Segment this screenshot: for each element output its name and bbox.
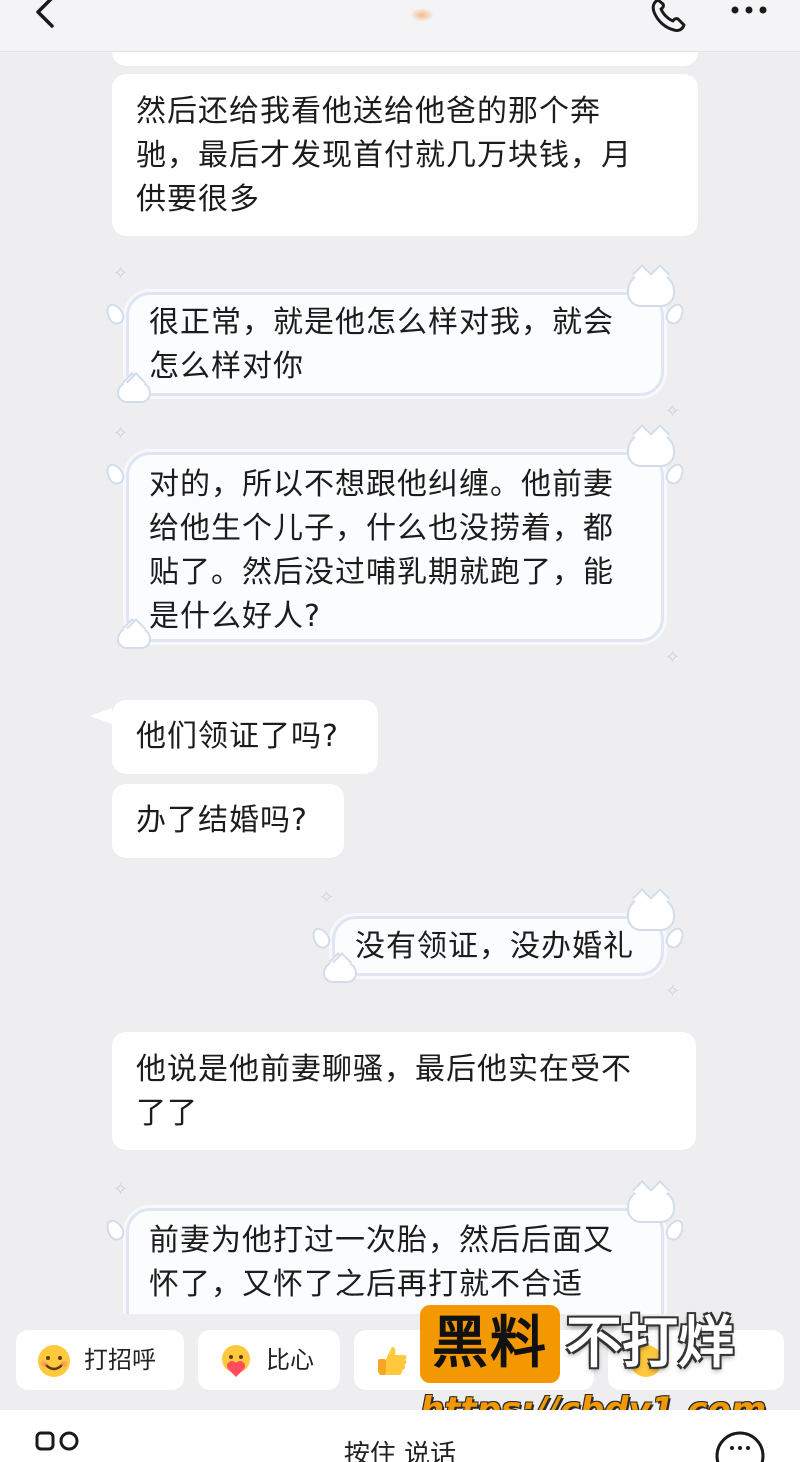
message-bubble-partial — [112, 52, 698, 66]
message-line: 他说是他前妻聊骚，最后他实在受不 — [136, 1052, 632, 1087]
back-arrow-icon[interactable] — [28, 0, 68, 34]
keyboard-icon[interactable] — [714, 1430, 766, 1462]
message-line: 对的，所以不想跟他纠缠。他前妻 — [149, 467, 614, 502]
quick-reply-label: 打招呼 — [84, 1346, 156, 1374]
message-line: 怎么样对你 — [149, 349, 304, 384]
message-list[interactable]: 然后还给我看他送给他爸的那个奔 驰，最后才发现首付就几万块钱，月 供要很多 ✧ … — [0, 52, 800, 1314]
quick-reply-greet[interactable]: 打招呼 — [16, 1330, 184, 1390]
leaf-decoration-icon — [102, 300, 128, 328]
quick-reply-label: 比心 — [266, 1346, 314, 1374]
smiling-face-emoji-icon — [38, 1345, 70, 1377]
cat-sticker-icon — [627, 1189, 675, 1223]
sparkle-icon: ✧ — [113, 263, 130, 284]
message-line: 前妻为他打过一次胎，然后后面又 — [149, 1223, 614, 1258]
cat-sticker-icon — [627, 433, 675, 467]
message-line: 很正常，就是他怎么样对我，就会 — [149, 305, 614, 340]
more-options-icon[interactable] — [726, 0, 772, 26]
message-line: 给他生个儿子，什么也没捞着，都 — [149, 511, 614, 546]
sparkle-icon: ✧ — [664, 401, 681, 422]
sparkle-icon: ✧ — [113, 423, 130, 444]
message-line: 供要很多 — [136, 182, 260, 217]
message-line: 他们领证了吗? — [136, 719, 339, 754]
cat-sticker-icon — [627, 273, 675, 307]
cat-sticker-icon — [323, 961, 357, 983]
message-line: 怀了，又怀了之后再打就不合适 — [149, 1267, 583, 1302]
message-line: 没有领证，没办婚礼 — [355, 929, 634, 964]
chat-header — [0, 0, 800, 52]
thumbs-up-emoji-icon — [378, 1347, 407, 1375]
bubble-tail — [90, 708, 112, 724]
hold-to-talk-button[interactable]: 按住 说话 — [0, 1434, 800, 1462]
message-line: 办了结婚吗? — [136, 803, 308, 838]
watermark-slogan-text: 不打烊 — [566, 1311, 734, 1376]
input-bar: 按住 说话 — [0, 1410, 800, 1462]
sparkle-icon: ✧ — [664, 647, 681, 668]
cat-sticker-icon — [117, 627, 151, 649]
message-bubble-sent[interactable]: ✧ ✧ 很正常，就是他怎么样对我，就会 怎么样对你 — [102, 265, 688, 421]
watermark-brand-text: 黑料 — [432, 1311, 548, 1376]
cat-sticker-icon — [627, 897, 675, 931]
message-line: 贴了。然后没过哺乳期就跑了，能 — [149, 555, 614, 590]
sparkle-icon: ✧ — [113, 1179, 130, 1200]
cat-sticker-icon — [117, 381, 151, 403]
message-line: 驰，最后才发现首付就几万块钱，月 — [136, 138, 632, 173]
heart-hands-emoji-icon — [222, 1345, 250, 1377]
leaf-decoration-icon — [102, 1216, 128, 1244]
message-line: 然后还给我看他送给他爸的那个奔 — [136, 94, 601, 129]
leaf-decoration-icon — [308, 924, 334, 952]
leaf-decoration-icon — [102, 460, 128, 488]
phone-call-icon[interactable] — [646, 0, 692, 38]
sparkle-icon: ✧ — [319, 887, 336, 908]
message-bubble-sent[interactable]: ✧ 前妻为他打过一次胎，然后后面又 怀了，又怀了之后再打就不合适 — [102, 1181, 688, 1314]
message-bubble-sent[interactable]: ✧ ✧ 对的，所以不想跟他纠缠。他前妻 给他生个儿子，什么也没捞着，都 贴了。然… — [102, 425, 688, 667]
message-bubble-received[interactable]: 然后还给我看他送给他爸的那个奔 驰，最后才发现首付就几万块钱，月 供要很多 — [112, 74, 698, 236]
contact-name-blurred — [410, 8, 434, 22]
message-bubble-sent[interactable]: ✧ ✧ 没有领证，没办婚礼 — [308, 889, 688, 1001]
message-bubble-received[interactable]: 办了结婚吗? — [112, 784, 344, 858]
sparkle-icon: ✧ — [664, 981, 681, 1002]
quick-reply-heart[interactable]: 比心 — [198, 1330, 340, 1390]
message-bubble-received[interactable]: 他说是他前妻聊骚，最后他实在受不 了了 — [112, 1032, 696, 1150]
message-line: 是什么好人? — [149, 599, 321, 634]
message-bubble-received[interactable]: 他们领证了吗? — [112, 700, 378, 774]
message-line: 了了 — [136, 1096, 198, 1131]
